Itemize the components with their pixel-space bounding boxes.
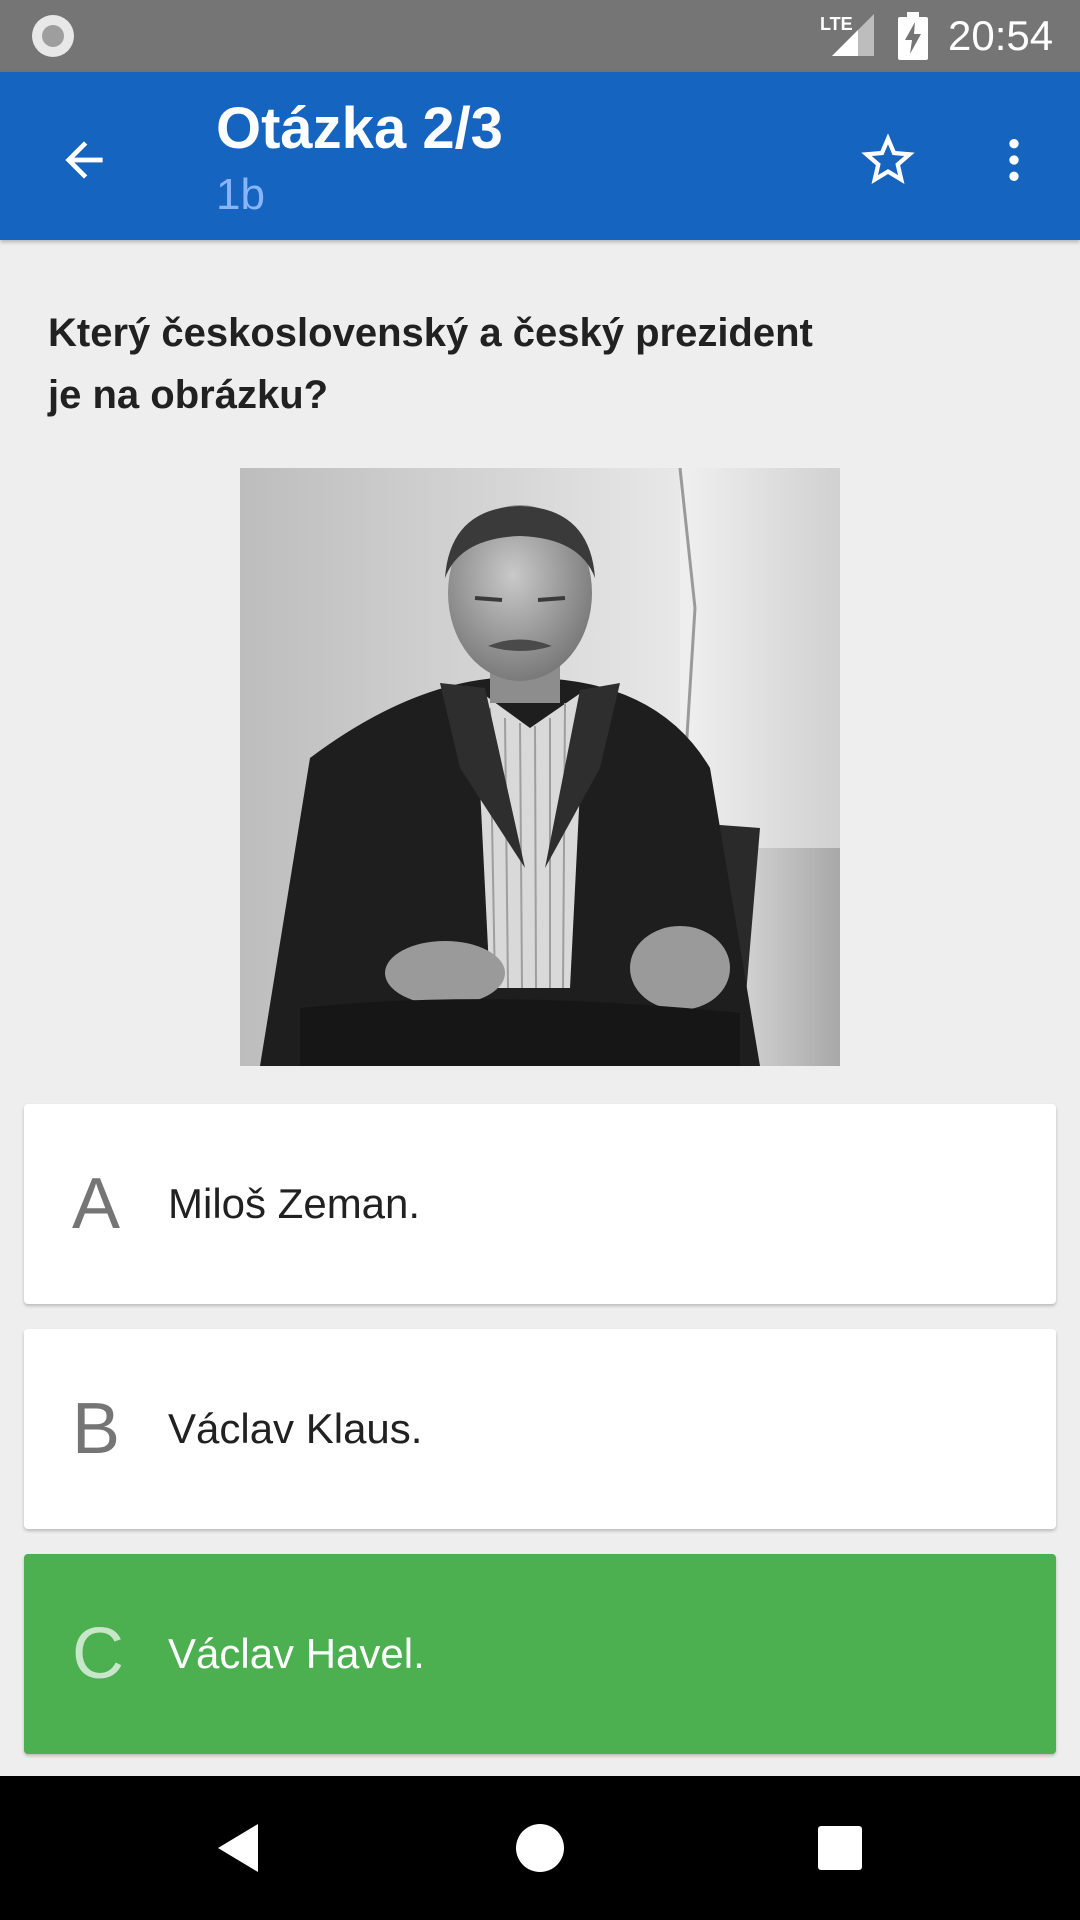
answer-text: Václav Havel. <box>168 1630 425 1677</box>
status-bar: LTE 20:54 <box>0 0 1080 72</box>
page-title: Otázka 2/3 <box>216 96 503 161</box>
nav-back-icon <box>218 1824 258 1872</box>
answer-letter: A <box>72 1164 121 1244</box>
nav-back-button[interactable] <box>192 1800 288 1896</box>
answer-text: Miloš Zeman. <box>168 1180 421 1227</box>
favorite-button[interactable] <box>840 112 936 208</box>
star-outline-icon <box>861 133 915 184</box>
nav-home-icon <box>516 1824 564 1872</box>
arrow-back-icon <box>65 141 103 179</box>
question-image <box>240 468 840 1066</box>
notification-dot-icon <box>32 15 74 57</box>
lte-label: LTE <box>820 14 853 34</box>
answer-text: Václav Klaus. <box>168 1405 423 1452</box>
status-time: 20:54 <box>948 12 1054 59</box>
more-options-button[interactable] <box>966 112 1062 208</box>
screen: LTE 20:54 Otázka 2/3 1b Který českoslove… <box>0 0 1080 1920</box>
navigation-bar <box>0 1776 1080 1920</box>
answer-letter: B <box>72 1389 121 1469</box>
answer-option-a[interactable]: A Miloš Zeman. <box>24 1104 1056 1304</box>
app-bar: Otázka 2/3 1b <box>0 72 1080 240</box>
battery-charging-icon <box>898 12 928 60</box>
nav-recents-icon <box>818 1826 862 1870</box>
question-text: Který československý a český prezident j… <box>48 311 813 417</box>
answer-letter: C <box>72 1614 124 1694</box>
answer-option-c[interactable]: C Václav Havel. <box>24 1554 1056 1754</box>
portrait-photo <box>240 468 840 1066</box>
lte-signal-icon: LTE <box>820 14 874 56</box>
page-subtitle: 1b <box>216 170 265 219</box>
nav-home-button[interactable] <box>492 1800 588 1896</box>
back-button[interactable] <box>36 112 132 208</box>
answer-option-b[interactable]: B Václav Klaus. <box>24 1329 1056 1529</box>
nav-recents-button[interactable] <box>792 1800 888 1896</box>
more-vert-icon <box>1009 139 1019 181</box>
